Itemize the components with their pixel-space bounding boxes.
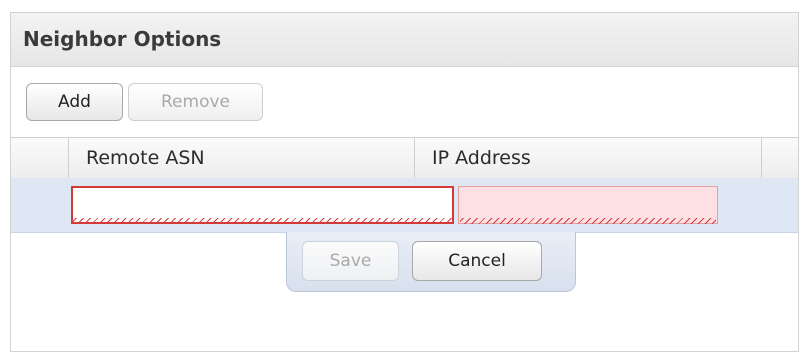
neighbor-options-panel: Neighbor Options Add Remove Remote ASN I… bbox=[10, 12, 799, 352]
add-button[interactable]: Add bbox=[26, 83, 123, 121]
panel-title: Neighbor Options bbox=[23, 27, 222, 51]
toolbar: Add Remove bbox=[11, 71, 798, 137]
column-header-remote-asn[interactable]: Remote ASN bbox=[86, 147, 205, 169]
column-divider bbox=[414, 138, 415, 178]
cancel-button[interactable]: Cancel bbox=[412, 241, 542, 281]
ip-address-input[interactable] bbox=[458, 186, 718, 224]
column-header-ip-address[interactable]: IP Address bbox=[432, 147, 531, 169]
save-button[interactable]: Save bbox=[302, 241, 399, 281]
edit-row bbox=[11, 178, 798, 233]
remove-button[interactable]: Remove bbox=[128, 83, 263, 121]
remote-asn-input[interactable] bbox=[71, 186, 454, 224]
column-divider bbox=[68, 138, 69, 178]
grid-header: Remote ASN IP Address bbox=[11, 137, 798, 179]
row-editor-action-bar: Save Cancel bbox=[286, 232, 576, 292]
column-divider bbox=[761, 138, 762, 178]
panel-header: Neighbor Options bbox=[11, 13, 798, 67]
